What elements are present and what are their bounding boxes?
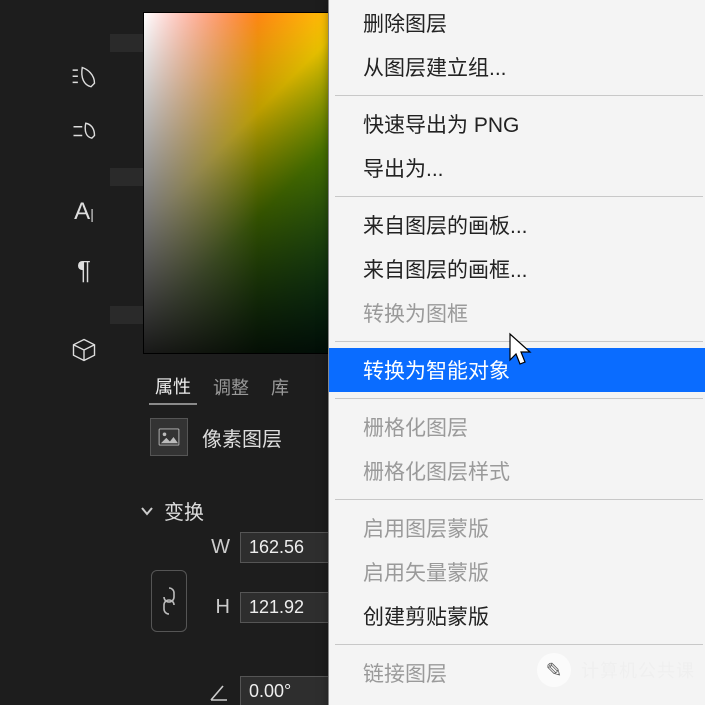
menu-item: 启用图层蒙版 [329, 506, 705, 550]
layer-type-label: 像素图层 [202, 423, 282, 452]
watermark: ✎ 计算机公共课 [537, 653, 695, 687]
width-row: W 162.56 [200, 532, 338, 563]
pixel-layer-icon [150, 418, 188, 456]
tab-properties[interactable]: 属性 [149, 369, 197, 405]
layer-type-row: 像素图层 [150, 418, 282, 456]
menu-item[interactable]: 导出为... [329, 146, 705, 190]
menu-item[interactable]: 来自图层的画板... [329, 203, 705, 247]
menu-item: 栅格化图层样式 [329, 449, 705, 493]
menu-item[interactable]: 转换为智能对象 [329, 348, 705, 392]
menu-item[interactable]: 快速导出为 PNG [329, 102, 705, 146]
list-brush-tool[interactable] [55, 52, 113, 104]
tab-adjustments[interactable]: 调整 [207, 370, 255, 404]
menu-separator [335, 644, 703, 645]
menu-separator [335, 196, 703, 197]
layer-context-menu: 删除图层从图层建立组... 快速导出为 PNG导出为... 来自图层的画板...来自… [328, 0, 705, 705]
transform-section-header[interactable]: 变换 [140, 496, 204, 525]
chevron-down-icon [140, 504, 154, 518]
link-wh-toggle[interactable] [151, 570, 187, 632]
tab-libraries[interactable]: 库 [265, 370, 295, 404]
transform-header-label: 变换 [164, 496, 204, 525]
preset-brush-tool[interactable] [55, 106, 113, 158]
paragraph-tool[interactable]: ¶ [55, 244, 113, 296]
width-label: W [200, 536, 230, 559]
type-tool[interactable]: A| [55, 186, 113, 238]
menu-item[interactable]: 创建剪贴蒙版 [329, 594, 705, 638]
menu-separator [335, 398, 703, 399]
menu-separator [335, 499, 703, 500]
left-toolbar: A| ¶ [55, 0, 113, 705]
menu-item[interactable]: 从图层建立组... [329, 45, 705, 89]
panel-tabs: 属性 调整 库 [133, 370, 359, 404]
menu-item: 选择链接图层 [329, 695, 705, 705]
angle-input[interactable]: 0.00° [240, 676, 338, 705]
watermark-avatar-icon: ✎ [537, 653, 571, 687]
menu-separator [335, 341, 703, 342]
color-picker-swatch[interactable] [143, 12, 335, 354]
3d-tool[interactable] [55, 324, 113, 376]
menu-item[interactable]: 来自图层的画框... [329, 247, 705, 291]
menu-item[interactable]: 删除图层 [329, 1, 705, 45]
angle-row: 0.00° [200, 676, 338, 705]
angle-icon [200, 681, 230, 703]
menu-item: 转换为图框 [329, 291, 705, 335]
height-row: H 121.92 [200, 592, 338, 623]
width-input[interactable]: 162.56 [240, 532, 338, 563]
height-label: H [200, 596, 230, 619]
menu-item: 栅格化图层 [329, 405, 705, 449]
link-icon [160, 586, 178, 616]
menu-item: 启用矢量蒙版 [329, 550, 705, 594]
watermark-text: 计算机公共课 [581, 657, 695, 683]
menu-separator [335, 95, 703, 96]
height-input[interactable]: 121.92 [240, 592, 338, 623]
